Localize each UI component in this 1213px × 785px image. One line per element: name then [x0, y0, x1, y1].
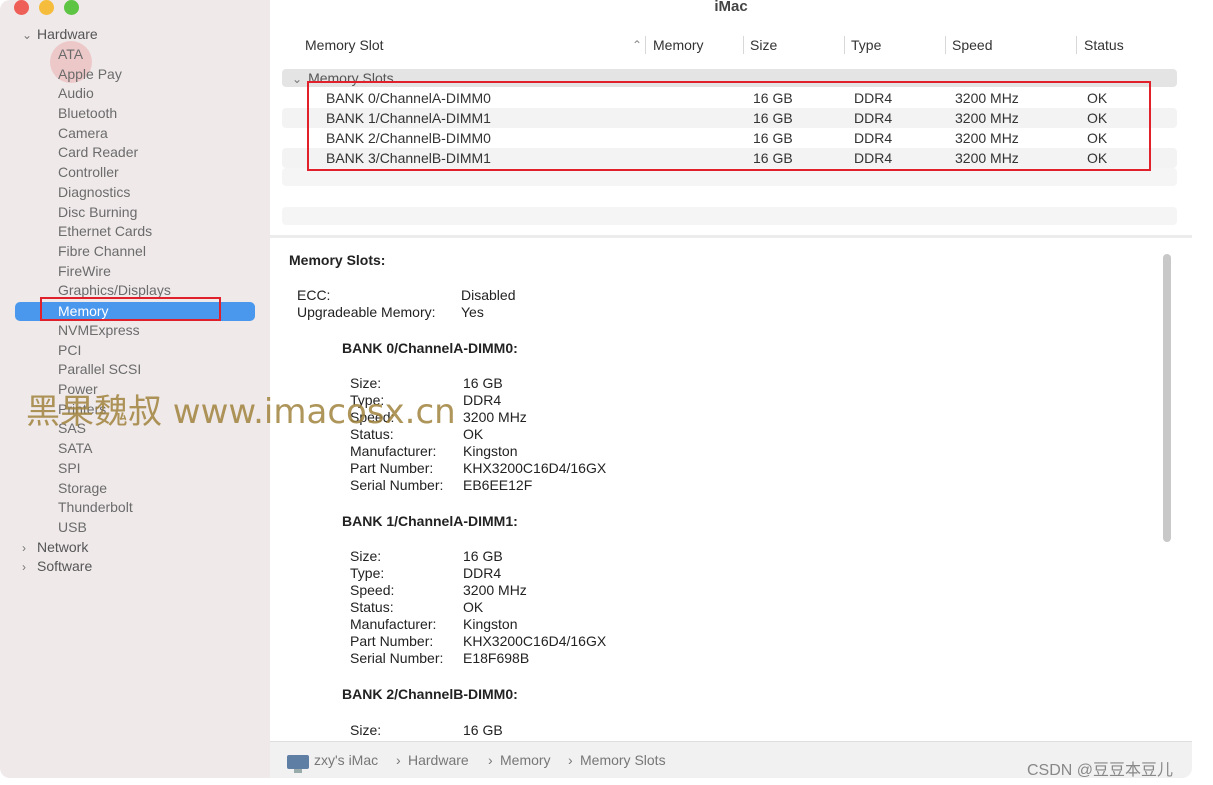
column-divider [945, 36, 946, 54]
imac-icon [287, 755, 309, 773]
zoom-window-button[interactable] [64, 0, 79, 15]
field-value-part-number: KHX3200C16D4/16GX [463, 633, 607, 649]
chevron-right-icon: › [22, 541, 26, 555]
annotation-box-memory [40, 297, 221, 321]
sidebar-item-ata[interactable]: ATA [58, 45, 83, 64]
field-label-size: Size: [350, 375, 382, 391]
sidebar-item-firewire[interactable]: FireWire [58, 262, 111, 281]
sidebar-item-apple-pay[interactable]: Apple Pay [58, 65, 122, 84]
ecc-value: Disabled [461, 287, 516, 303]
field-label-status: Status: [350, 599, 394, 615]
sidebar-item-nvmexpress[interactable]: NVMExpress [58, 321, 140, 340]
bank-heading: BANK 0/ChannelA-DIMM0: [342, 340, 518, 356]
bank-heading: BANK 2/ChannelB-DIMM0: [342, 686, 518, 702]
main-pane: iMac Memory Slot ⌃ Memory Size Type Spee… [270, 0, 1192, 778]
minimize-window-button[interactable] [39, 0, 54, 15]
field-value-size: 16 GB [463, 375, 503, 391]
sidebar-group-network[interactable]: › Network [22, 538, 88, 557]
sidebar-item-spi[interactable]: SPI [58, 459, 81, 478]
sidebar-item-parallel-scsi[interactable]: Parallel SCSI [58, 360, 141, 379]
column-header-size[interactable]: Size [750, 34, 777, 56]
field-value-size: 16 GB [463, 548, 503, 564]
field-value-status: OK [463, 426, 484, 442]
field-label-part-number: Part Number: [350, 460, 434, 476]
field-label-size: Size: [350, 722, 382, 738]
chevron-right-icon: › [22, 560, 26, 574]
path-item-memory-slots[interactable]: Memory Slots [580, 742, 666, 778]
sidebar-item-fibre-channel[interactable]: Fibre Channel [58, 242, 146, 261]
field-label-manufacturer: Manufacturer: [350, 443, 437, 459]
column-divider [743, 36, 744, 54]
sidebar-item-diagnostics[interactable]: Diagnostics [58, 183, 130, 202]
ecc-label: ECC: [297, 287, 331, 303]
sidebar-item-pci[interactable]: PCI [58, 341, 81, 360]
path-separator: › [396, 752, 401, 768]
field-value-serial-number: E18F698B [463, 650, 530, 666]
column-divider [844, 36, 845, 54]
csdn-watermark: CSDN @豆豆本豆儿 [1027, 762, 1174, 779]
sidebar-item-controller[interactable]: Controller [58, 163, 119, 182]
field-label-speed: Speed: [350, 582, 395, 598]
sidebar-item-bluetooth[interactable]: Bluetooth [58, 104, 117, 123]
column-divider [645, 36, 646, 54]
field-label-manufacturer: Manufacturer: [350, 616, 437, 632]
sidebar-item-thunderbolt[interactable]: Thunderbolt [58, 498, 133, 517]
system-information-window: ⌄ Hardware ATA Apple Pay Audio Bluetooth … [0, 0, 1192, 778]
pane-splitter[interactable] [270, 235, 1192, 238]
field-value-serial-number: EB6EE12F [463, 477, 533, 493]
path-item-computer[interactable]: zxy's iMac [314, 742, 378, 778]
field-value-speed: 3200 MHz [463, 409, 527, 425]
sidebar-item-sata[interactable]: SATA [58, 439, 93, 458]
field-label-size: Size: [350, 548, 382, 564]
column-header-memory[interactable]: Memory [653, 34, 704, 56]
field-value-type: DDR4 [463, 565, 502, 581]
field-value-manufacturer: Kingston [463, 616, 518, 632]
sidebar-item-usb[interactable]: USB [58, 518, 87, 537]
field-value-status: OK [463, 599, 484, 615]
column-divider [1076, 36, 1077, 54]
scrollbar-thumb[interactable] [1163, 254, 1171, 542]
empty-table-row [282, 207, 1177, 225]
sidebar-item-camera[interactable]: Camera [58, 124, 108, 143]
field-value-part-number: KHX3200C16D4/16GX [463, 460, 607, 476]
sidebar-item-storage[interactable]: Storage [58, 479, 107, 498]
sidebar-item-audio[interactable]: Audio [58, 84, 94, 103]
upgradeable-label: Upgradeable Memory: [297, 304, 436, 320]
annotation-box-slots [307, 81, 1151, 171]
watermark-text: 黑果魏叔 www.imacosx.cn [26, 392, 456, 432]
close-window-button[interactable] [14, 0, 29, 15]
column-header-status[interactable]: Status [1084, 34, 1124, 56]
detail-heading: Memory Slots: [289, 252, 386, 268]
field-label-part-number: Part Number: [350, 633, 434, 649]
path-item-memory[interactable]: Memory [500, 742, 551, 778]
field-value-manufacturer: Kingston [463, 443, 518, 459]
sort-ascending-icon: ⌃ [632, 38, 643, 52]
chevron-down-icon: ⌄ [292, 72, 303, 86]
column-header-type[interactable]: Type [851, 34, 881, 56]
column-header-memory-slot[interactable]: Memory Slot [305, 34, 384, 56]
field-value-speed: 3200 MHz [463, 582, 527, 598]
sidebar-group-software[interactable]: › Software [22, 557, 92, 576]
sidebar-item-ethernet-cards[interactable]: Ethernet Cards [58, 222, 152, 241]
field-value-type: DDR4 [463, 392, 502, 408]
bank-heading: BANK 1/ChannelA-DIMM1: [342, 513, 518, 529]
chevron-down-icon: ⌄ [22, 28, 33, 42]
column-header-speed[interactable]: Speed [952, 34, 992, 56]
path-separator: › [568, 752, 573, 768]
path-item-hardware[interactable]: Hardware [408, 742, 469, 778]
path-separator: › [488, 752, 493, 768]
sidebar-group-hardware[interactable]: ⌄ Hardware [22, 25, 98, 44]
upgradeable-value: Yes [461, 304, 484, 320]
sidebar-item-disc-burning[interactable]: Disc Burning [58, 203, 137, 222]
field-label-serial-number: Serial Number: [350, 650, 444, 666]
sidebar-item-card-reader[interactable]: Card Reader [58, 143, 138, 162]
field-label-type: Type: [350, 565, 385, 581]
window-title: iMac [714, 0, 748, 15]
field-value-size: 16 GB [463, 722, 503, 738]
field-label-serial-number: Serial Number: [350, 477, 444, 493]
sidebar: ⌄ Hardware ATA Apple Pay Audio Bluetooth … [0, 0, 270, 778]
